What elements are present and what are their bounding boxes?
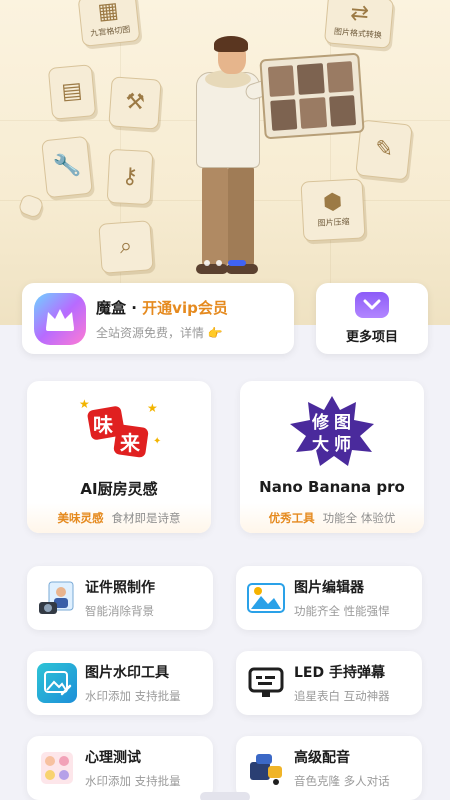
vip-membership-card[interactable]: 魔盒 · 开通vip会员 全站资源免费，详情 👉 — [22, 283, 294, 354]
photo-master-logo-char: 师 — [334, 434, 351, 455]
tool-subtitle: 功能齐全 性能强悍 — [294, 604, 390, 618]
crown-icon — [34, 292, 86, 345]
chevron-down-icon — [355, 292, 389, 318]
feature-card-ai-kitchen[interactable]: ★ ★ ✦ 味 来 AI厨房灵感 美味灵感 食材即是诗意 — [27, 381, 211, 533]
pointing-hand-icon: 👉 — [207, 325, 223, 340]
feature-card-nano-banana[interactable]: 修 图 大 师 Nano Banana pro 优秀工具 功能全 体验优 — [240, 381, 424, 533]
tool-card-voice-dubbing[interactable]: 高级配音 音色克隆 多人对话 — [236, 736, 422, 800]
tool-title: LED 手持弹幕 — [294, 665, 385, 681]
banner-tile-format: ⇄ 图片格式转换 — [323, 0, 395, 49]
banner-tile-small — [17, 192, 45, 220]
wrench-icon: 🔧 — [52, 152, 82, 181]
screwdriver-icon: ✎ — [373, 136, 395, 163]
tool-card-led-barrage[interactable]: LED 手持弹幕 追星表白 互动神器 — [236, 651, 422, 715]
banner-tile-doc: ▤ — [47, 64, 97, 120]
feature-desc: 功能全 体验优 — [322, 511, 396, 525]
image-editor-icon — [246, 578, 286, 618]
psychology-test-icon — [37, 748, 77, 788]
banner-tile-key: ⚷ — [106, 148, 154, 206]
carousel-dot[interactable] — [204, 260, 210, 266]
vip-subtitle-text: 全站资源免费，详情 — [96, 325, 205, 340]
key-icon: ⚷ — [121, 163, 139, 190]
photo-master-logo-char: 图 — [334, 413, 351, 433]
vip-title: 魔盒 · 开通vip会员 — [96, 297, 228, 318]
tool-card-id-photo[interactable]: 证件照制作 智能消除背景 — [27, 566, 213, 630]
carousel-dot[interactable] — [216, 260, 222, 266]
person-leg — [228, 164, 254, 268]
person-leg — [202, 164, 228, 268]
photo-grid-screen — [259, 52, 365, 140]
vip-cta[interactable]: 开通vip会员 — [142, 299, 228, 317]
svg-text:✦: ✦ — [153, 436, 161, 447]
kitchen-logo-char: 来 — [119, 431, 141, 455]
feature-title: AI厨房灵感 — [80, 480, 158, 498]
hero-banner[interactable]: ▦ 九宫格切图 ⇄ 图片格式转换 ▤ ⚒ 🔧 ⚷ ⌕ ✎ ⬢ 图片压缩 — [0, 0, 450, 325]
banner-tile-misc: ⚒ — [108, 76, 162, 130]
banner-tile-label: 九宫格切图 — [89, 24, 131, 38]
compress-icon: ⬢ — [322, 189, 343, 216]
more-projects-button[interactable]: 更多项目 — [316, 283, 428, 354]
svg-text:★: ★ — [147, 401, 158, 415]
tool-card-psych-test[interactable]: 心理测试 水印添加 支持批量 — [27, 736, 213, 800]
banner-tile-grid-cut: ▦ 九宫格切图 — [77, 0, 141, 47]
id-photo-icon — [37, 578, 77, 618]
tool-card-watermark[interactable]: 图片水印工具 水印添加 支持批量 — [27, 651, 213, 715]
watermark-icon — [37, 663, 77, 703]
magnifier-icon: ⌕ — [118, 233, 133, 260]
photo-master-logo-icon: 修 图 大 师 — [240, 391, 424, 471]
tool-subtitle: 智能消除背景 — [85, 604, 154, 618]
feature-tag: 美味灵感 — [57, 511, 104, 525]
tool-subtitle: 水印添加 支持批量 — [85, 689, 181, 703]
feature-footer: 优秀工具 功能全 体验优 — [240, 503, 424, 533]
tool-subtitle: 追星表白 互动神器 — [294, 689, 390, 703]
tool-subtitle: 音色克隆 多人对话 — [294, 774, 390, 788]
kitchen-logo-char: 味 — [93, 413, 113, 437]
carousel-indicator — [0, 260, 450, 266]
tool-title: 图片编辑器 — [294, 580, 364, 596]
voice-dubbing-icon — [246, 748, 286, 788]
banner-tile-label: 图片压缩 — [317, 217, 350, 228]
photo-master-logo-char: 大 — [312, 434, 329, 455]
tool-title: 证件照制作 — [85, 580, 155, 596]
title-separator: · — [126, 298, 143, 317]
banner-tile-wrench: 🔧 — [41, 135, 93, 199]
photo-master-logo-char: 修 — [311, 412, 330, 433]
feature-tag: 优秀工具 — [268, 511, 315, 525]
feature-title: Nano Banana pro — [259, 478, 405, 496]
app-name: 魔盒 — [96, 298, 127, 317]
tool-title: 图片水印工具 — [85, 665, 169, 681]
scroll-indicator — [200, 792, 250, 800]
feature-desc: 食材即是诗意 — [111, 511, 181, 525]
tool-subtitle: 水印添加 支持批量 — [85, 774, 181, 788]
format-convert-icon: ⇄ — [349, 0, 370, 27]
document-icon: ▤ — [60, 78, 84, 105]
feature-footer: 美味灵感 食材即是诗意 — [27, 503, 211, 533]
led-screen-icon — [246, 663, 286, 703]
banner-tile-compress: ⬢ 图片压缩 — [300, 178, 366, 242]
more-projects-label: 更多项目 — [345, 330, 398, 345]
kitchen-logo-icon: ★ ★ ✦ 味 来 — [27, 391, 211, 471]
svg-text:★: ★ — [79, 397, 90, 411]
hammer-icon: ⚒ — [124, 89, 146, 116]
grid-tool-icon: ▦ — [96, 0, 120, 26]
person-hair — [214, 36, 248, 52]
tool-title: 心理测试 — [85, 750, 141, 766]
tool-card-image-editor[interactable]: 图片编辑器 功能齐全 性能强悍 — [236, 566, 422, 630]
vip-subtitle: 全站资源免费，详情 👉 — [96, 324, 228, 341]
tool-title: 高级配音 — [294, 750, 350, 766]
carousel-dot-active[interactable] — [228, 260, 246, 266]
banner-tile-label: 图片格式转换 — [333, 26, 383, 41]
